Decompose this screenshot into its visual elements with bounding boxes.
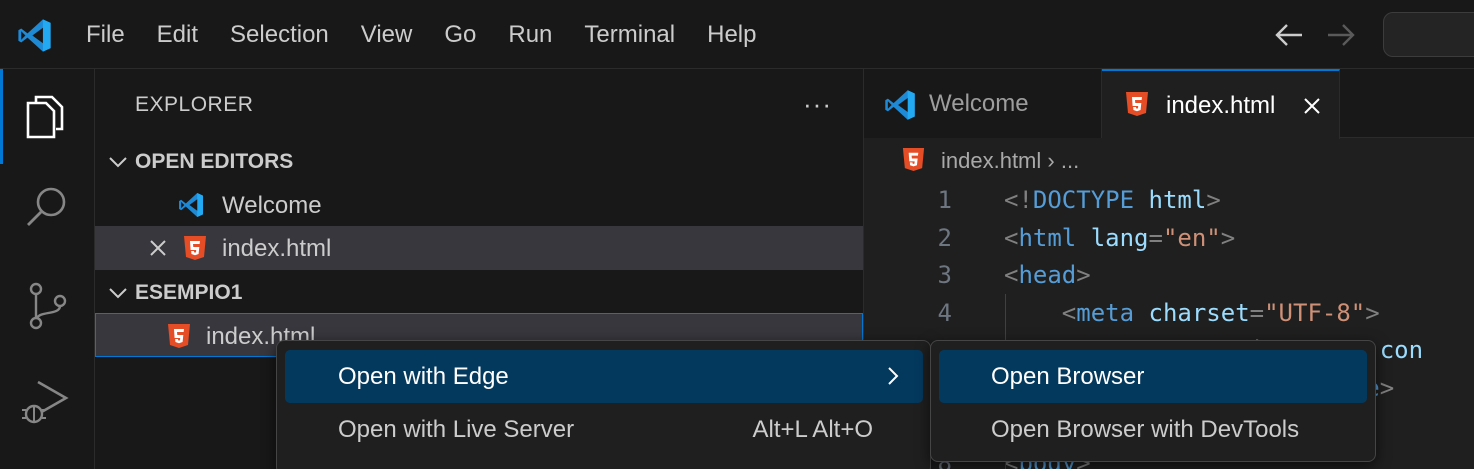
code-token: head xyxy=(1018,261,1077,289)
line-number: 1 xyxy=(937,186,952,214)
submenu-open-with-edge: Open Browser Open Browser with DevTools xyxy=(930,340,1376,462)
section-folder-esempio1[interactable]: ESEMPIO1 xyxy=(95,271,863,315)
breadcrumb-file[interactable]: index.html › ... xyxy=(941,148,1079,174)
section-title: OPEN EDITORS xyxy=(135,150,294,173)
chevron-right-icon xyxy=(888,367,899,385)
more-actions-icon[interactable]: ··· xyxy=(803,89,832,120)
vscode-logo-icon xyxy=(885,90,915,120)
command-center[interactable] xyxy=(1383,12,1474,57)
code-text: <html lang="en"> xyxy=(1004,224,1235,252)
title-bar: File Edit Selection View Go Run Terminal… xyxy=(0,0,1474,69)
html5-icon xyxy=(1126,92,1148,116)
submenu-item-open-browser[interactable]: Open Browser xyxy=(939,350,1367,403)
arrow-left-icon[interactable] xyxy=(1272,20,1306,50)
line-number: 4 xyxy=(937,298,952,327)
breadcrumb-file-label: index.html xyxy=(941,148,1042,173)
open-editor-label: index.html xyxy=(222,235,332,262)
code-token: meta xyxy=(1076,298,1135,327)
submenu-item-label: Open Browser xyxy=(991,363,1145,390)
active-indicator xyxy=(0,69,3,164)
code-token: charset xyxy=(1148,298,1250,327)
code-token: > xyxy=(1220,223,1236,252)
code-token: con xyxy=(1379,336,1424,364)
menu-file[interactable]: File xyxy=(70,0,141,69)
code-token: > xyxy=(1076,261,1091,289)
close-icon[interactable] xyxy=(1300,94,1324,118)
code-line[interactable]: 4 <meta charset="UTF-8"> xyxy=(864,295,1474,332)
section-title: ESEMPIO1 xyxy=(135,281,243,304)
code-text: <meta charset="UTF-8"> xyxy=(1004,299,1380,327)
menu-item-open-with-live-server[interactable]: Open with Live Server Alt+L Alt+O xyxy=(285,403,923,456)
code-token: > xyxy=(1206,186,1221,214)
code-token: < xyxy=(1004,298,1077,327)
menu-item-label: Open with Live Server xyxy=(338,416,575,443)
code-line[interactable]: 2 <html lang="en"> xyxy=(864,220,1474,257)
code-text: <head> xyxy=(1004,261,1091,289)
code-token: html xyxy=(1018,223,1077,252)
vscode-logo-icon xyxy=(179,193,203,217)
code-token: = xyxy=(1249,298,1265,327)
breadcrumb: index.html › ... xyxy=(864,138,1474,182)
submenu-item-label: Open Browser with DevTools xyxy=(991,416,1300,443)
code-token: = xyxy=(1148,223,1163,252)
code-line[interactable]: 1 <!DOCTYPE html> xyxy=(864,182,1474,219)
code-token: "UTF-8" xyxy=(1264,298,1366,327)
tab-index-html[interactable]: index.html xyxy=(1102,69,1340,139)
chevron-down-icon xyxy=(109,157,127,168)
html5-icon xyxy=(184,236,206,260)
menu-selection[interactable]: Selection xyxy=(214,0,345,69)
code-token: lang xyxy=(1090,223,1149,252)
sidebar-title: EXPLORER xyxy=(135,93,254,116)
chevron-down-icon xyxy=(109,288,127,299)
code-token: < xyxy=(1004,223,1019,252)
code-token: > xyxy=(1379,373,1395,402)
search-icon[interactable] xyxy=(20,181,74,235)
line-number: 2 xyxy=(937,223,952,252)
menu-run[interactable]: Run xyxy=(492,0,568,69)
breadcrumb-separator: › xyxy=(1047,148,1055,173)
activity-bar xyxy=(0,69,95,469)
code-token: "en" xyxy=(1162,223,1221,252)
tab-welcome[interactable]: Welcome xyxy=(864,69,1102,138)
menu-terminal[interactable]: Terminal xyxy=(568,0,691,69)
menu-view[interactable]: View xyxy=(345,0,429,69)
code-token: > xyxy=(1365,298,1380,327)
section-open-editors[interactable]: OPEN EDITORS xyxy=(95,140,863,184)
menu-item-open-with-edge[interactable]: Open with Edge xyxy=(285,350,923,403)
code-token: html xyxy=(1148,186,1207,214)
breadcrumb-rest: ... xyxy=(1060,148,1080,173)
open-editor-item-index-html[interactable]: index.html xyxy=(95,226,863,270)
menu-item-shortcut: Alt+L Alt+O xyxy=(752,416,873,443)
html5-icon xyxy=(168,324,190,348)
tab-label: index.html xyxy=(1166,92,1276,119)
source-control-icon[interactable] xyxy=(20,279,74,333)
code-text: <!DOCTYPE html> xyxy=(1004,186,1221,214)
run-debug-icon[interactable] xyxy=(20,374,74,428)
menu-help[interactable]: Help xyxy=(691,0,772,69)
menu-edit[interactable]: Edit xyxy=(141,0,214,69)
vscode-logo-icon[interactable] xyxy=(17,18,52,53)
code-token: DOCTYPE xyxy=(1032,186,1135,214)
arrow-right-icon[interactable] xyxy=(1324,20,1358,50)
code-token: < xyxy=(1004,261,1019,289)
open-editor-item-welcome[interactable]: Welcome xyxy=(95,183,863,227)
submenu-item-open-browser-devtools[interactable]: Open Browser with DevTools xyxy=(939,403,1367,456)
tab-label: Welcome xyxy=(929,90,1029,117)
menu-bar: File Edit Selection View Go Run Terminal… xyxy=(70,0,772,69)
close-icon[interactable] xyxy=(146,236,170,260)
menu-go[interactable]: Go xyxy=(428,0,492,69)
tab-bar: Welcome index.html xyxy=(864,69,1474,139)
line-number: 3 xyxy=(937,261,952,289)
context-menu: Open with Edge Open with Live Server Alt… xyxy=(276,340,931,469)
menu-item-label: Open with Edge xyxy=(338,363,509,390)
html5-icon xyxy=(902,147,925,172)
open-editor-label: Welcome xyxy=(222,192,322,219)
code-token: <! xyxy=(1004,186,1033,214)
explorer-icon[interactable] xyxy=(20,89,74,143)
code-line[interactable]: 3 <head> xyxy=(864,257,1474,294)
